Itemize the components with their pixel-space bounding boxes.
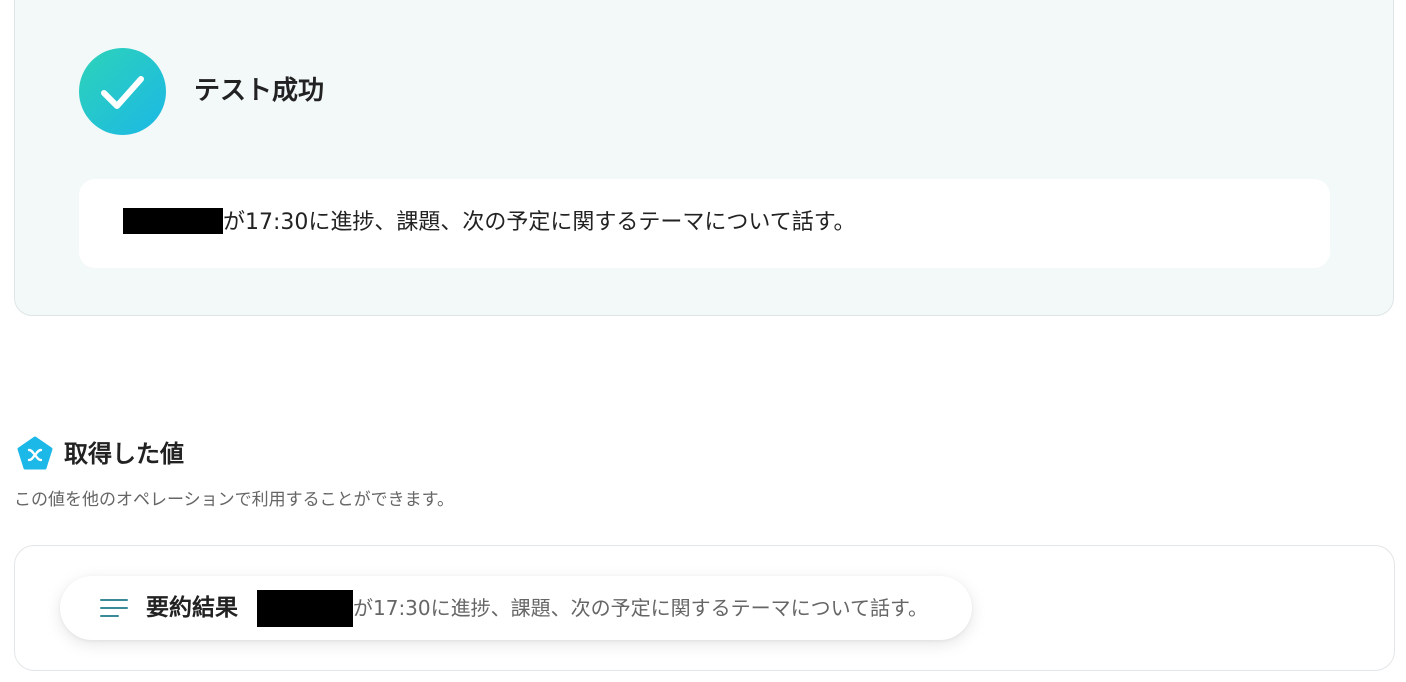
test-result-message: が17:30に進捗、課題、次の予定に関するテーマについて話す。 [223,210,856,235]
yoom-pentagon-icon [17,436,53,472]
test-result-message-line: が17:30に進捗、課題、次の予定に関するテーマについて話す。 [123,203,856,243]
obtained-values-card: 要約結果 が17:30に進捗、課題、次の予定に関するテーマについて話す。 [14,545,1395,671]
value-chip-label: 要約結果 [146,595,238,621]
redacted-block [257,590,353,627]
value-chip-value: が17:30に進捗、課題、次の予定に関するテーマについて話す。 [353,596,929,620]
obtained-values-title: 取得した値 [64,440,184,468]
redacted-block [123,208,223,234]
test-result-card: テスト成功 が17:30に進捗、課題、次の予定に関するテーマについて話す。 [14,0,1394,316]
check-circle-icon [79,48,166,135]
value-chip-summary[interactable]: 要約結果 が17:30に進捗、課題、次の予定に関するテーマについて話す。 [60,576,972,640]
lines-icon [100,599,128,617]
obtained-values-description: この値を他のオペレーションで利用することができます。 [14,490,454,510]
test-result-title: テスト成功 [194,76,325,106]
test-result-message-box: が17:30に進捗、課題、次の予定に関するテーマについて話す。 [79,179,1330,268]
